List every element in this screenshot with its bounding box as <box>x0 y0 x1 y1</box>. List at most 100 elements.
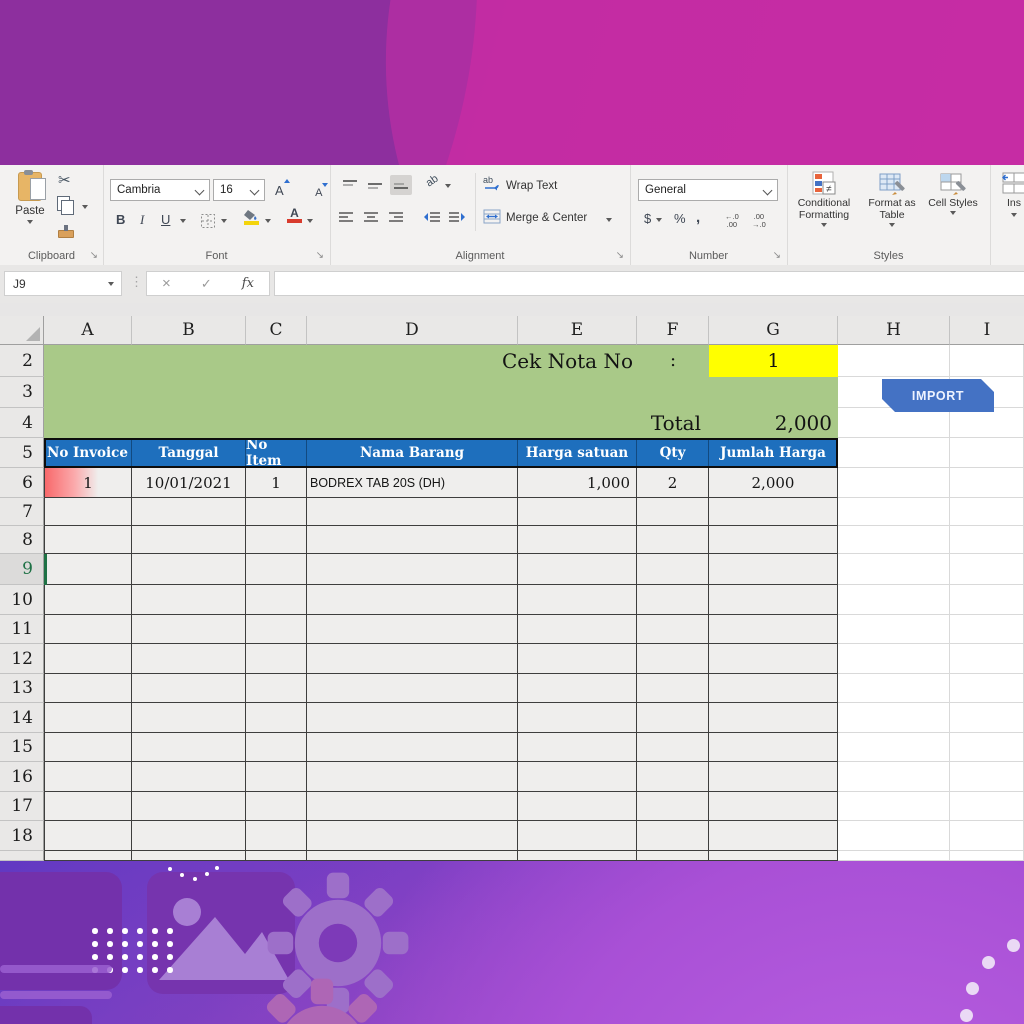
formula-input[interactable] <box>274 271 1024 296</box>
empty-cell[interactable] <box>44 615 132 644</box>
empty-cell[interactable] <box>709 762 838 792</box>
empty-cell[interactable] <box>637 821 709 851</box>
empty-cell[interactable] <box>132 733 246 762</box>
empty-cell[interactable] <box>518 762 637 792</box>
row-header-2[interactable]: 2 <box>0 345 44 377</box>
empty-cell[interactable] <box>307 674 518 703</box>
empty-cell[interactable] <box>709 792 838 821</box>
empty-cell[interactable] <box>246 498 307 526</box>
empty-cell[interactable] <box>518 792 637 821</box>
row-header-14[interactable]: 14 <box>0 703 44 733</box>
empty-cell[interactable] <box>132 703 246 733</box>
empty-cell[interactable] <box>518 554 637 585</box>
empty-cell[interactable] <box>44 851 132 861</box>
empty-cell[interactable] <box>307 851 518 861</box>
empty-cell[interactable] <box>709 821 838 851</box>
increase-font-size-button[interactable]: A <box>275 179 290 198</box>
accounting-dropdown-icon[interactable] <box>656 218 662 222</box>
cell-I[interactable] <box>950 526 1024 554</box>
format-as-table-button[interactable]: Format as Table <box>861 171 923 227</box>
empty-cell[interactable] <box>132 792 246 821</box>
row-header-11[interactable]: 11 <box>0 615 44 644</box>
fill-color-button[interactable] <box>243 209 260 225</box>
empty-cell[interactable] <box>637 792 709 821</box>
wrap-text-label[interactable]: Wrap Text <box>506 180 557 192</box>
empty-cell[interactable] <box>518 526 637 554</box>
font-dialog-launcher[interactable]: ↘ <box>316 251 324 261</box>
number-format-select[interactable]: General <box>638 179 778 201</box>
row-header-13[interactable]: 13 <box>0 674 44 703</box>
empty-cell[interactable] <box>132 526 246 554</box>
column-header-F[interactable]: F <box>637 316 709 345</box>
cell-I[interactable] <box>950 554 1024 585</box>
row-header-7[interactable]: 7 <box>0 498 44 526</box>
cell-I[interactable] <box>950 408 1024 438</box>
empty-cell[interactable] <box>246 554 307 585</box>
column-header-H[interactable]: H <box>838 316 950 345</box>
cell-styles-button[interactable]: Cell Styles <box>927 171 979 215</box>
cell-H[interactable] <box>838 762 950 792</box>
cek-nota-value-cell[interactable]: 1 <box>709 345 838 377</box>
decrease-indent-button[interactable] <box>423 211 441 230</box>
empty-cell[interactable] <box>44 526 132 554</box>
cell-F6[interactable]: 2 <box>637 468 709 498</box>
copy-button[interactable] <box>57 196 74 216</box>
empty-cell[interactable] <box>637 674 709 703</box>
empty-cell[interactable] <box>518 733 637 762</box>
font-name-select[interactable]: Cambria <box>110 179 210 201</box>
cell-H[interactable] <box>838 792 950 821</box>
name-box[interactable]: J9 <box>4 271 122 296</box>
merge-center-label[interactable]: Merge & Center <box>506 212 587 224</box>
cell-H[interactable] <box>838 345 950 377</box>
row-header-9[interactable]: 9 <box>0 554 44 585</box>
middle-align-button[interactable] <box>367 179 383 198</box>
empty-cell[interactable] <box>246 792 307 821</box>
align-center-button[interactable] <box>363 211 379 230</box>
empty-cell[interactable] <box>637 615 709 644</box>
empty-cell[interactable] <box>637 644 709 674</box>
cell-H[interactable] <box>838 733 950 762</box>
empty-cell[interactable] <box>246 821 307 851</box>
empty-cell[interactable] <box>246 703 307 733</box>
merge-center-dropdown-icon[interactable] <box>606 218 612 222</box>
cell-H[interactable] <box>838 408 950 438</box>
empty-cell[interactable] <box>132 498 246 526</box>
cell-H[interactable] <box>838 674 950 703</box>
borders-button[interactable] <box>200 213 216 234</box>
cell-H[interactable] <box>838 498 950 526</box>
wrap-text-button[interactable]: ab <box>483 175 501 196</box>
row-header-10[interactable]: 10 <box>0 585 44 615</box>
table-header-nama-barang[interactable]: Nama Barang <box>307 438 518 468</box>
empty-cell[interactable] <box>637 733 709 762</box>
cell-E6[interactable]: 1,000 <box>518 468 637 498</box>
cell-I[interactable] <box>950 468 1024 498</box>
empty-cell[interactable] <box>307 498 518 526</box>
empty-cell[interactable] <box>637 762 709 792</box>
cell-H[interactable] <box>838 554 950 585</box>
italic-button[interactable]: I <box>140 212 144 228</box>
empty-cell[interactable] <box>44 733 132 762</box>
column-header-C[interactable]: C <box>246 316 307 345</box>
empty-cell[interactable] <box>132 644 246 674</box>
bold-button[interactable]: B <box>116 212 125 227</box>
column-header-G[interactable]: G <box>709 316 838 345</box>
empty-cell[interactable] <box>518 498 637 526</box>
row-header-17[interactable]: 17 <box>0 792 44 821</box>
cell-I[interactable] <box>950 703 1024 733</box>
bottom-align-button[interactable] <box>390 175 412 195</box>
green-header-block[interactable]: Cek Nota No : 1 Total 2,000 <box>44 345 838 438</box>
merge-center-button[interactable] <box>483 209 501 229</box>
empty-cell[interactable] <box>44 585 132 615</box>
number-dialog-launcher[interactable]: ↘ <box>773 251 781 261</box>
empty-cell[interactable] <box>44 554 132 585</box>
empty-cell[interactable] <box>132 821 246 851</box>
cell-B6[interactable]: 10/01/2021 <box>132 468 246 498</box>
empty-cell[interactable] <box>132 585 246 615</box>
cell-I[interactable] <box>950 615 1024 644</box>
empty-cell[interactable] <box>307 644 518 674</box>
column-header-B[interactable]: B <box>132 316 246 345</box>
font-size-select[interactable]: 16 <box>213 179 265 201</box>
alignment-dialog-launcher[interactable]: ↘ <box>616 251 624 261</box>
row-header-15[interactable]: 15 <box>0 733 44 762</box>
empty-cell[interactable] <box>637 703 709 733</box>
